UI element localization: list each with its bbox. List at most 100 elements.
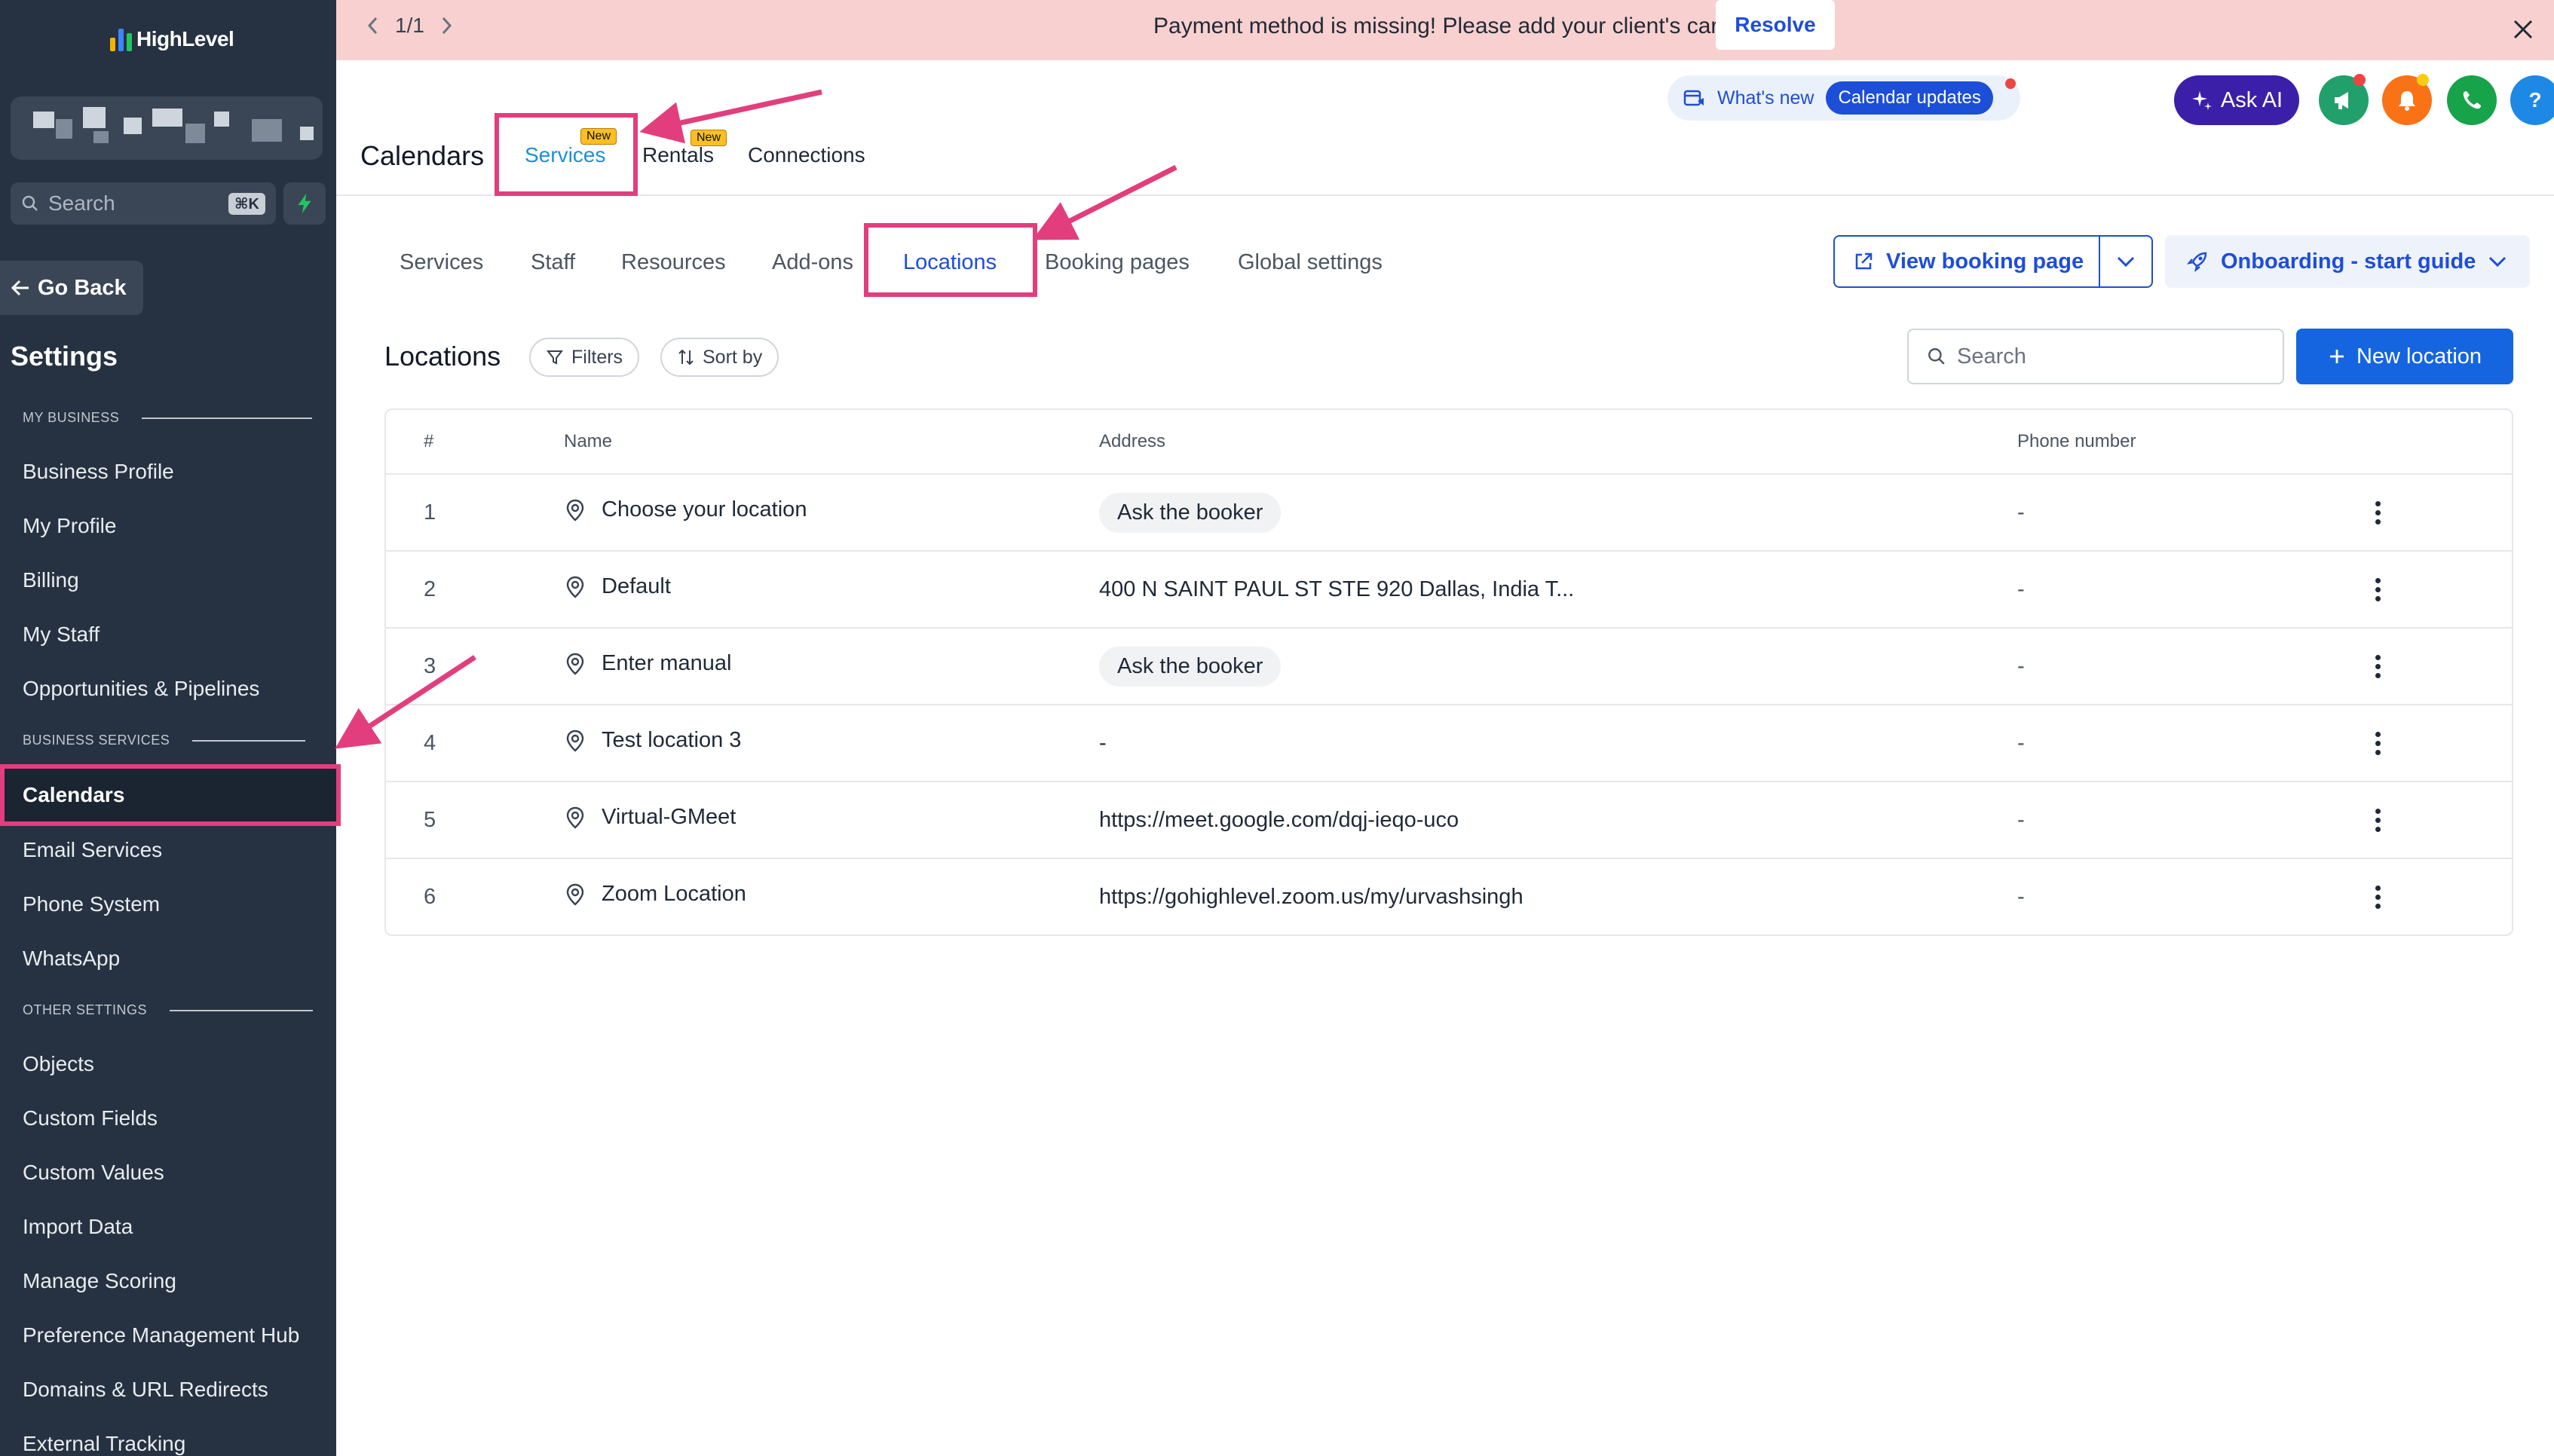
sidebar-item-import-data[interactable]: Import Data — [23, 1215, 133, 1239]
filters-label: Filters — [571, 346, 623, 368]
subtab-services[interactable]: Services — [400, 250, 483, 275]
view-booking-dropdown[interactable] — [2100, 255, 2151, 268]
phone-button[interactable] — [2447, 75, 2497, 125]
notification-dot — [2005, 78, 2016, 89]
quick-action-button[interactable] — [283, 182, 326, 225]
subtab-resources[interactable]: Resources — [621, 250, 726, 275]
view-booking-page-label: View booking page — [1886, 249, 2084, 274]
location-name: Virtual-GMeet — [602, 805, 736, 829]
help-button[interactable]: ? — [2510, 75, 2554, 125]
locations-title: Locations — [384, 341, 501, 372]
sidebar-item-preference-management-hub[interactable]: Preference Management Hub — [23, 1323, 299, 1347]
resolve-button[interactable]: Resolve — [1716, 0, 1835, 50]
filters-button[interactable]: Filters — [529, 338, 640, 377]
highlight-calendars — [0, 764, 341, 826]
new-location-label: New location — [2356, 344, 2482, 369]
lightning-icon — [298, 194, 311, 213]
external-link-icon — [1855, 252, 1873, 270]
location-pin-icon — [566, 499, 584, 522]
sidebar-item-external-tracking[interactable]: External Tracking — [23, 1432, 185, 1456]
section-heading-other-settings: OTHER SETTINGS — [23, 1002, 314, 1018]
row-number: 1 — [424, 500, 436, 525]
page-title: Calendars — [360, 140, 485, 171]
sidebar-item-business-profile[interactable]: Business Profile — [23, 460, 174, 484]
sidebar-item-email-services[interactable]: Email Services — [23, 838, 162, 862]
more-options-icon[interactable] — [2361, 496, 2394, 529]
sidebar-search-placeholder: Search — [48, 191, 115, 215]
sidebar-item-phone-system[interactable]: Phone System — [23, 892, 160, 916]
chevron-left-icon[interactable] — [366, 16, 380, 35]
subtab-booking-pages[interactable]: Booking pages — [1045, 250, 1190, 275]
subtab-staff[interactable]: Staff — [531, 250, 575, 275]
payment-banner: 1/1 Payment method is missing! Please ad… — [336, 0, 2554, 60]
table-row[interactable]: 4 Test location 3 - - — [386, 705, 2512, 782]
location-name-cell: Zoom Location — [564, 882, 746, 907]
account-switcher[interactable] — [11, 96, 323, 160]
new-badge-rentals: New — [691, 130, 727, 146]
location-pin-icon — [566, 806, 584, 829]
megaphone-icon — [2335, 92, 2348, 109]
table-row[interactable]: 3 Enter manual Ask the booker - — [386, 629, 2512, 705]
address-cell: https://gohighlevel.zoom.us/my/urvashsin… — [1099, 885, 1524, 909]
help-icon: ? — [2528, 88, 2542, 112]
logo-text: HighLevel — [136, 27, 234, 50]
more-options-icon[interactable] — [2361, 880, 2394, 913]
section-heading-business-services: BUSINESS SERVICES — [23, 733, 306, 748]
sidebar-search[interactable]: Search ⌘K — [11, 182, 276, 225]
more-options-icon[interactable] — [2361, 573, 2394, 606]
sort-by-button[interactable]: Sort by — [660, 338, 779, 377]
location-name-cell: Choose your location — [564, 497, 807, 522]
location-pin-icon — [566, 653, 584, 675]
calendar-megaphone-icon — [1683, 90, 1704, 106]
more-options-icon[interactable] — [2361, 803, 2394, 837]
location-name-cell: Virtual-GMeet — [564, 805, 736, 830]
row-number: 5 — [424, 808, 436, 832]
whats-new-button[interactable]: What's new Calendar updates — [1667, 75, 2020, 121]
phone-cell: - — [2017, 577, 2025, 601]
onboarding-guide-button[interactable]: Onboarding - start guide — [2165, 235, 2530, 288]
calendar-updates-pill[interactable]: Calendar updates — [1826, 81, 1993, 115]
more-options-icon[interactable] — [2361, 726, 2394, 760]
sidebar-item-objects[interactable]: Objects — [23, 1052, 94, 1076]
table-row[interactable]: 5 Virtual-GMeet https://meet.google.com/… — [386, 782, 2512, 859]
banner-pager: 1/1 — [366, 14, 453, 38]
column-header-name: Name — [564, 431, 613, 451]
table-row[interactable]: 1 Choose your location Ask the booker - — [386, 475, 2512, 552]
settings-title: Settings — [11, 341, 118, 372]
locations-search-input[interactable]: Search — [1907, 329, 2284, 384]
sidebar-item-whatsapp[interactable]: WhatsApp — [23, 947, 120, 971]
sidebar-item-my-staff[interactable]: My Staff — [23, 622, 100, 647]
bell-icon — [2399, 91, 2415, 111]
row-number: 4 — [424, 731, 436, 755]
arrow-left-icon — [11, 280, 29, 296]
sidebar-item-manage-scoring[interactable]: Manage Scoring — [23, 1269, 176, 1293]
announcement-dot — [2353, 74, 2366, 86]
search-icon — [1928, 348, 1945, 365]
sidebar-item-domains-url-redirects[interactable]: Domains & URL Redirects — [23, 1378, 268, 1402]
go-back-button[interactable]: Go Back — [0, 261, 143, 315]
address-pill: Ask the booker — [1099, 647, 1282, 687]
banner-pager-text: 1/1 — [395, 14, 424, 37]
phone-cell: - — [2017, 654, 2025, 678]
sidebar-item-billing[interactable]: Billing — [23, 568, 79, 592]
sidebar-item-custom-values[interactable]: Custom Values — [23, 1161, 164, 1185]
sidebar-item-my-profile[interactable]: My Profile — [23, 514, 116, 538]
table-row[interactable]: 6 Zoom Location https://gohighlevel.zoom… — [386, 859, 2512, 934]
row-number: 3 — [424, 654, 436, 678]
sidebar-item-opportunities-pipelines[interactable]: Opportunities & Pipelines — [23, 677, 259, 701]
close-icon[interactable] — [2504, 11, 2542, 48]
subtab-add-ons[interactable]: Add-ons — [772, 250, 853, 275]
ask-ai-button[interactable]: Ask AI — [2174, 75, 2299, 125]
view-booking-page-button[interactable]: View booking page — [1833, 235, 2153, 288]
sidebar-item-custom-fields[interactable]: Custom Fields — [23, 1106, 158, 1130]
more-options-icon[interactable] — [2361, 650, 2394, 683]
tab-connections[interactable]: Connections — [748, 143, 865, 167]
search-shortcut-badge: ⌘K — [228, 192, 265, 215]
table-row[interactable]: 2 Default 400 N SAINT PAUL ST STE 920 Da… — [386, 552, 2512, 629]
tab-rentals[interactable]: Rentals — [642, 143, 714, 167]
location-name: Choose your location — [602, 497, 807, 522]
new-location-button[interactable]: New location — [2296, 329, 2513, 384]
chevron-right-icon[interactable] — [439, 16, 453, 35]
subtab-global-settings[interactable]: Global settings — [1238, 250, 1383, 275]
highlevel-logo[interactable]: HighLevel — [110, 27, 234, 51]
